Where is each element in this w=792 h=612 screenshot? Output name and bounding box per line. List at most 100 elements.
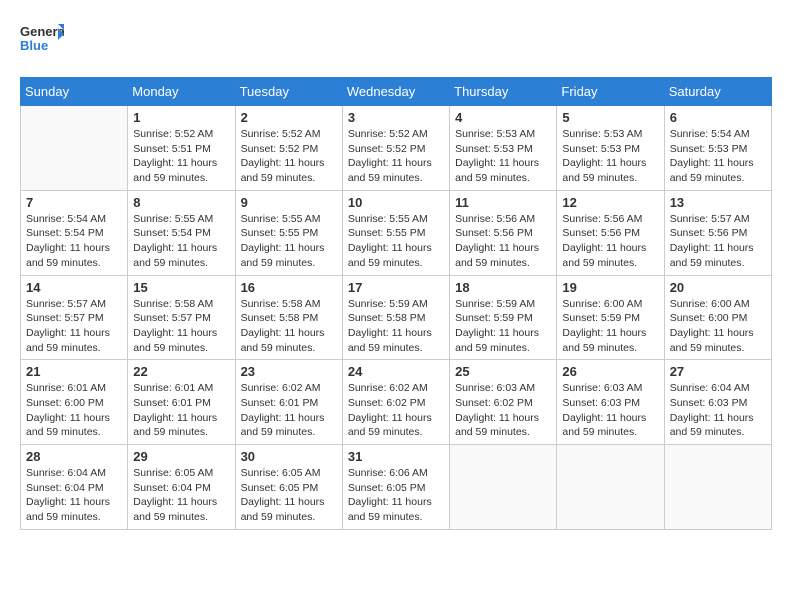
day-info: Sunrise: 5:52 AM Sunset: 5:51 PM Dayligh…: [133, 127, 229, 186]
day-info: Sunrise: 5:55 AM Sunset: 5:54 PM Dayligh…: [133, 212, 229, 271]
calendar-cell: 24 Sunrise: 6:02 AM Sunset: 6:02 PM Dayli…: [342, 360, 449, 445]
day-number: 28: [26, 449, 122, 464]
day-number: 4: [455, 110, 551, 125]
calendar-cell: 25 Sunrise: 6:03 AM Sunset: 6:02 PM Dayli…: [450, 360, 557, 445]
day-info: Sunrise: 5:59 AM Sunset: 5:59 PM Dayligh…: [455, 297, 551, 356]
calendar-cell: 21Sunrise: 6:01 AM Sunset: 6:00 PM Dayli…: [21, 360, 128, 445]
day-info: Sunrise: 6:02 AM Sunset: 6:02 PM Dayligh…: [348, 381, 444, 440]
day-info: Sunrise: 5:54 AM Sunset: 5:54 PM Dayligh…: [26, 212, 122, 271]
day-info: Sunrise: 5:52 AM Sunset: 5:52 PM Dayligh…: [348, 127, 444, 186]
calendar-cell: [21, 106, 128, 191]
day-number: 25: [455, 364, 551, 379]
calendar-cell: 28 Sunrise: 6:04 AM Sunset: 6:04 PM Dayli…: [21, 445, 128, 530]
day-number: 20: [670, 280, 766, 295]
calendar-cell: [664, 445, 771, 530]
calendar-cell: 1 Sunrise: 5:52 AM Sunset: 5:51 PM Daylig…: [128, 106, 235, 191]
calendar-week-row: 28 Sunrise: 6:04 AM Sunset: 6:04 PM Dayli…: [21, 445, 772, 530]
day-number: 9: [241, 195, 337, 210]
calendar-cell: 19Sunrise: 6:00 AM Sunset: 5:59 PM Dayli…: [557, 275, 664, 360]
day-number: 5: [562, 110, 658, 125]
column-header-friday: Friday: [557, 78, 664, 106]
calendar-cell: 31 Sunrise: 6:06 AM Sunset: 6:05 PM Dayli…: [342, 445, 449, 530]
day-info: Sunrise: 5:57 AM Sunset: 5:56 PM Dayligh…: [670, 212, 766, 271]
column-header-sunday: Sunday: [21, 78, 128, 106]
day-number: 10: [348, 195, 444, 210]
day-info: Sunrise: 6:03 AM Sunset: 6:02 PM Dayligh…: [455, 381, 551, 440]
day-number: 27: [670, 364, 766, 379]
calendar-week-row: 1 Sunrise: 5:52 AM Sunset: 5:51 PM Daylig…: [21, 106, 772, 191]
day-info: Sunrise: 5:55 AM Sunset: 5:55 PM Dayligh…: [348, 212, 444, 271]
calendar-cell: 3 Sunrise: 5:52 AM Sunset: 5:52 PM Daylig…: [342, 106, 449, 191]
calendar-table: SundayMondayTuesdayWednesdayThursdayFrid…: [20, 77, 772, 530]
calendar-cell: 13 Sunrise: 5:57 AM Sunset: 5:56 PM Dayli…: [664, 190, 771, 275]
day-number: 1: [133, 110, 229, 125]
calendar-cell: 12 Sunrise: 5:56 AM Sunset: 5:56 PM Dayli…: [557, 190, 664, 275]
calendar-cell: 23 Sunrise: 6:02 AM Sunset: 6:01 PM Dayli…: [235, 360, 342, 445]
svg-text:General: General: [20, 24, 64, 39]
day-number: 12: [562, 195, 658, 210]
day-number: 24: [348, 364, 444, 379]
day-info: Sunrise: 5:53 AM Sunset: 5:53 PM Dayligh…: [455, 127, 551, 186]
day-info: Sunrise: 5:54 AM Sunset: 5:53 PM Dayligh…: [670, 127, 766, 186]
day-number: 15: [133, 280, 229, 295]
day-info: Sunrise: 6:02 AM Sunset: 6:01 PM Dayligh…: [241, 381, 337, 440]
calendar-cell: 26 Sunrise: 6:03 AM Sunset: 6:03 PM Dayli…: [557, 360, 664, 445]
day-info: Sunrise: 6:04 AM Sunset: 6:03 PM Dayligh…: [670, 381, 766, 440]
day-info: Sunrise: 6:06 AM Sunset: 6:05 PM Dayligh…: [348, 466, 444, 525]
day-info: Sunrise: 5:57 AM Sunset: 5:57 PM Dayligh…: [26, 297, 122, 356]
day-info: Sunrise: 5:58 AM Sunset: 5:57 PM Dayligh…: [133, 297, 229, 356]
column-header-monday: Monday: [128, 78, 235, 106]
day-info: Sunrise: 6:04 AM Sunset: 6:04 PM Dayligh…: [26, 466, 122, 525]
day-info: Sunrise: 5:59 AM Sunset: 5:58 PM Dayligh…: [348, 297, 444, 356]
day-info: Sunrise: 5:52 AM Sunset: 5:52 PM Dayligh…: [241, 127, 337, 186]
day-number: 17: [348, 280, 444, 295]
day-number: 2: [241, 110, 337, 125]
calendar-week-row: 21Sunrise: 6:01 AM Sunset: 6:00 PM Dayli…: [21, 360, 772, 445]
day-number: 16: [241, 280, 337, 295]
day-number: 6: [670, 110, 766, 125]
calendar-cell: 4 Sunrise: 5:53 AM Sunset: 5:53 PM Daylig…: [450, 106, 557, 191]
calendar-cell: 27 Sunrise: 6:04 AM Sunset: 6:03 PM Dayli…: [664, 360, 771, 445]
day-info: Sunrise: 6:00 AM Sunset: 6:00 PM Dayligh…: [670, 297, 766, 356]
calendar-cell: 10 Sunrise: 5:55 AM Sunset: 5:55 PM Dayli…: [342, 190, 449, 275]
day-info: Sunrise: 5:58 AM Sunset: 5:58 PM Dayligh…: [241, 297, 337, 356]
logo-icon: General Blue: [20, 20, 64, 56]
column-header-wednesday: Wednesday: [342, 78, 449, 106]
calendar-cell: 17 Sunrise: 5:59 AM Sunset: 5:58 PM Dayli…: [342, 275, 449, 360]
day-info: Sunrise: 6:00 AM Sunset: 5:59 PM Dayligh…: [562, 297, 658, 356]
day-info: Sunrise: 5:55 AM Sunset: 5:55 PM Dayligh…: [241, 212, 337, 271]
calendar-header-row: SundayMondayTuesdayWednesdayThursdayFrid…: [21, 78, 772, 106]
day-number: 22: [133, 364, 229, 379]
calendar-week-row: 7 Sunrise: 5:54 AM Sunset: 5:54 PM Daylig…: [21, 190, 772, 275]
column-header-thursday: Thursday: [450, 78, 557, 106]
calendar-cell: 15 Sunrise: 5:58 AM Sunset: 5:57 PM Dayli…: [128, 275, 235, 360]
day-number: 7: [26, 195, 122, 210]
day-number: 14: [26, 280, 122, 295]
day-number: 30: [241, 449, 337, 464]
calendar-cell: 2 Sunrise: 5:52 AM Sunset: 5:52 PM Daylig…: [235, 106, 342, 191]
calendar-week-row: 14 Sunrise: 5:57 AM Sunset: 5:57 PM Dayli…: [21, 275, 772, 360]
day-number: 3: [348, 110, 444, 125]
calendar-cell: [557, 445, 664, 530]
day-number: 26: [562, 364, 658, 379]
day-info: Sunrise: 6:03 AM Sunset: 6:03 PM Dayligh…: [562, 381, 658, 440]
calendar-cell: 5 Sunrise: 5:53 AM Sunset: 5:53 PM Daylig…: [557, 106, 664, 191]
day-number: 23: [241, 364, 337, 379]
day-info: Sunrise: 5:53 AM Sunset: 5:53 PM Dayligh…: [562, 127, 658, 186]
calendar-cell: 29Sunrise: 6:05 AM Sunset: 6:04 PM Dayli…: [128, 445, 235, 530]
day-number: 13: [670, 195, 766, 210]
calendar-cell: 7 Sunrise: 5:54 AM Sunset: 5:54 PM Daylig…: [21, 190, 128, 275]
calendar-cell: 18Sunrise: 5:59 AM Sunset: 5:59 PM Dayli…: [450, 275, 557, 360]
svg-text:Blue: Blue: [20, 38, 48, 53]
day-info: Sunrise: 5:56 AM Sunset: 5:56 PM Dayligh…: [455, 212, 551, 271]
calendar-cell: 16 Sunrise: 5:58 AM Sunset: 5:58 PM Dayli…: [235, 275, 342, 360]
day-number: 31: [348, 449, 444, 464]
calendar-cell: 30 Sunrise: 6:05 AM Sunset: 6:05 PM Dayli…: [235, 445, 342, 530]
day-info: Sunrise: 5:56 AM Sunset: 5:56 PM Dayligh…: [562, 212, 658, 271]
day-info: Sunrise: 6:05 AM Sunset: 6:05 PM Dayligh…: [241, 466, 337, 525]
day-number: 8: [133, 195, 229, 210]
calendar-cell: [450, 445, 557, 530]
day-number: 21: [26, 364, 122, 379]
calendar-cell: 22Sunrise: 6:01 AM Sunset: 6:01 PM Dayli…: [128, 360, 235, 445]
calendar-cell: 14 Sunrise: 5:57 AM Sunset: 5:57 PM Dayli…: [21, 275, 128, 360]
